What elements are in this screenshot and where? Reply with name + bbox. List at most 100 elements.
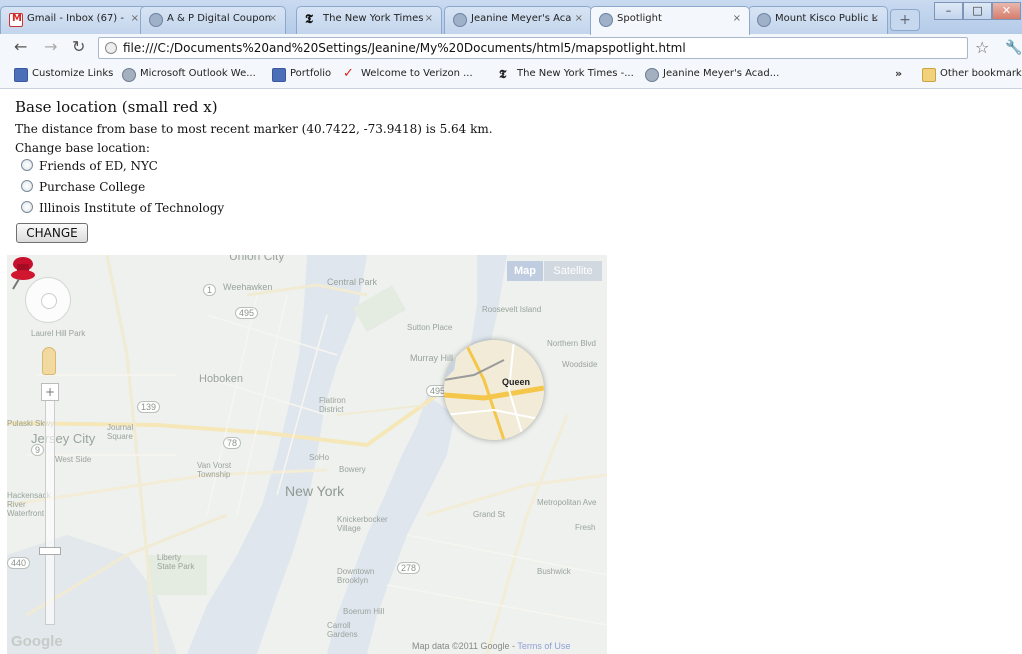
bookmark-label: Microsoft Outlook We... xyxy=(140,68,256,79)
bookmark-nytimes[interactable]: 𝕿 The New York Times -... xyxy=(499,67,634,81)
option-illinois-tech[interactable]: Illinois Institute of Technology xyxy=(21,201,224,215)
route-shield: 139 xyxy=(137,401,161,413)
bookmark-label: Jeanine Meyer's Acad... xyxy=(663,68,780,79)
map-label: Laurel Hill Park xyxy=(31,329,86,338)
globe-icon xyxy=(599,13,613,27)
verizon-icon: ✓ xyxy=(343,66,354,81)
map-label: Queen xyxy=(502,377,531,387)
map-label: Sutton Place xyxy=(407,323,453,332)
tab-label: The New York Times xyxy=(323,13,424,24)
address-text: file:///C:/Documents%20and%20Settings/Je… xyxy=(123,41,686,55)
star-icon[interactable]: ☆ xyxy=(975,40,989,56)
option-label: Illinois Institute of Technology xyxy=(39,201,225,215)
close-icon[interactable]: × xyxy=(733,13,741,24)
new-tab-button[interactable]: + xyxy=(890,9,920,31)
map-type-map-button[interactable]: Map xyxy=(507,261,543,281)
globe-icon xyxy=(453,13,467,27)
option-purchase-college[interactable]: Purchase College xyxy=(21,180,145,194)
page-heading: Base location (small red x) xyxy=(15,98,218,116)
distance-text: The distance from base to most recent ma… xyxy=(15,122,493,136)
tab-jeanine-meyer[interactable]: Jeanine Meyer's Aca × xyxy=(444,6,592,34)
bookmark-label: Welcome to Verizon ... xyxy=(361,68,473,79)
tab-ap-coupons[interactable]: A & P Digital Coupon × xyxy=(140,6,286,34)
globe-icon xyxy=(757,13,771,27)
map-label: Union City xyxy=(229,255,285,263)
bookmarks-bar: Customize Links Microsoft Outlook We... … xyxy=(0,62,1022,89)
nyt-icon: 𝕿 xyxy=(499,67,507,81)
portfolio-icon xyxy=(272,68,286,82)
tab-mount-kisco[interactable]: Mount Kisco Public L × xyxy=(748,6,888,34)
map-label: Northern Blvd xyxy=(547,339,596,348)
map-label: Bowery xyxy=(339,465,366,474)
radio-button[interactable] xyxy=(21,159,33,171)
bookmark-label: Customize Links xyxy=(32,68,114,79)
tab-nytimes[interactable]: 𝕿 The New York Times × xyxy=(296,6,442,34)
map-label: Liberty State Park xyxy=(157,553,195,571)
back-arrow-icon[interactable]: ← xyxy=(14,39,27,55)
folder-icon xyxy=(922,68,936,82)
google-logo: Google xyxy=(11,633,63,650)
nyt-icon: 𝕿 xyxy=(305,12,313,27)
option-label: Purchase College xyxy=(39,180,146,194)
map-label: Roosevelt Island xyxy=(482,305,542,314)
map-type-satellite-button[interactable]: Satellite xyxy=(544,261,602,281)
change-base-label: Change base location: xyxy=(15,141,150,155)
map-label: Van Vorst Township xyxy=(197,461,232,479)
map-canvas[interactable]: Union City Weehawken Central Park Roosev… xyxy=(7,255,607,654)
route-shield: 78 xyxy=(223,437,242,449)
radio-button[interactable] xyxy=(21,180,33,192)
zoom-slider-track[interactable] xyxy=(45,385,55,625)
globe-icon xyxy=(122,68,136,82)
bookmark-verizon[interactable]: ✓ Welcome to Verizon ... xyxy=(343,66,473,81)
zoom-slider-thumb[interactable] xyxy=(39,547,61,555)
close-icon[interactable]: × xyxy=(871,13,879,24)
option-friends-of-ed[interactable]: Friends of ED, NYC xyxy=(21,159,158,173)
wrench-icon[interactable]: 🔧 xyxy=(1005,40,1022,56)
more-bookmarks-chevron[interactable]: » xyxy=(895,67,902,80)
map-label: Metropolitan Ave xyxy=(537,498,597,507)
maximize-button[interactable]: □ xyxy=(963,2,992,20)
map-label: Flatiron District xyxy=(319,396,346,414)
close-icon[interactable]: × xyxy=(131,13,139,24)
map-label: SoHo xyxy=(309,453,330,462)
bookmark-other[interactable]: Other bookmarks xyxy=(922,68,1022,82)
change-button[interactable]: CHANGE xyxy=(16,223,88,243)
map-base-layer xyxy=(7,255,607,654)
bookmark-portfolio[interactable]: Portfolio xyxy=(272,68,332,82)
bookmark-jeanine-meyer[interactable]: Jeanine Meyer's Acad... xyxy=(645,68,780,82)
window-controls: – □ ✕ xyxy=(934,2,1022,22)
map-pushpin-icon[interactable] xyxy=(7,255,37,291)
globe-icon xyxy=(149,13,163,27)
attribution-text: Map data ©2011 Google - xyxy=(412,641,516,651)
address-bar[interactable]: file:///C:/Documents%20and%20Settings/Je… xyxy=(98,37,968,59)
bookmark-customize-links[interactable]: Customize Links xyxy=(14,68,114,82)
map-label: Central Park xyxy=(327,277,378,287)
radio-button[interactable] xyxy=(21,201,33,213)
close-window-button[interactable]: ✕ xyxy=(992,2,1021,20)
reload-icon[interactable]: ↻ xyxy=(72,39,85,55)
map-label: Hoboken xyxy=(199,373,244,385)
bookmark-outlook[interactable]: Microsoft Outlook We... xyxy=(122,68,256,82)
tab-spotlight[interactable]: Spotlight × xyxy=(590,6,750,35)
route-shield: 495 xyxy=(235,307,259,319)
forward-arrow-icon[interactable]: → xyxy=(44,39,57,55)
tab-gmail[interactable]: Gmail - Inbox (67) - × xyxy=(0,6,148,34)
terms-of-use-link[interactable]: Terms of Use xyxy=(517,641,570,651)
map-label: New York xyxy=(285,483,345,499)
close-icon[interactable]: × xyxy=(575,13,583,24)
windows-live-icon xyxy=(14,68,28,82)
tab-label: Mount Kisco Public L xyxy=(775,13,878,24)
close-icon[interactable]: × xyxy=(425,13,433,24)
gmail-icon xyxy=(9,13,23,27)
street-view-pegman-icon[interactable] xyxy=(42,347,56,375)
zoom-in-button[interactable]: + xyxy=(41,383,59,401)
close-icon[interactable]: × xyxy=(269,13,277,24)
spotlight-circle: Queen xyxy=(444,340,544,440)
map-label: Weehawken xyxy=(223,282,273,292)
bookmark-label: Portfolio xyxy=(290,68,332,79)
page-content: Base location (small red x) The distance… xyxy=(0,90,1022,654)
map-attribution: Map data ©2011 Google - Terms of Use xyxy=(412,641,570,651)
minimize-button[interactable]: – xyxy=(934,2,963,20)
tab-label: A & P Digital Coupon xyxy=(167,13,272,24)
route-shield: 440 xyxy=(7,557,31,569)
